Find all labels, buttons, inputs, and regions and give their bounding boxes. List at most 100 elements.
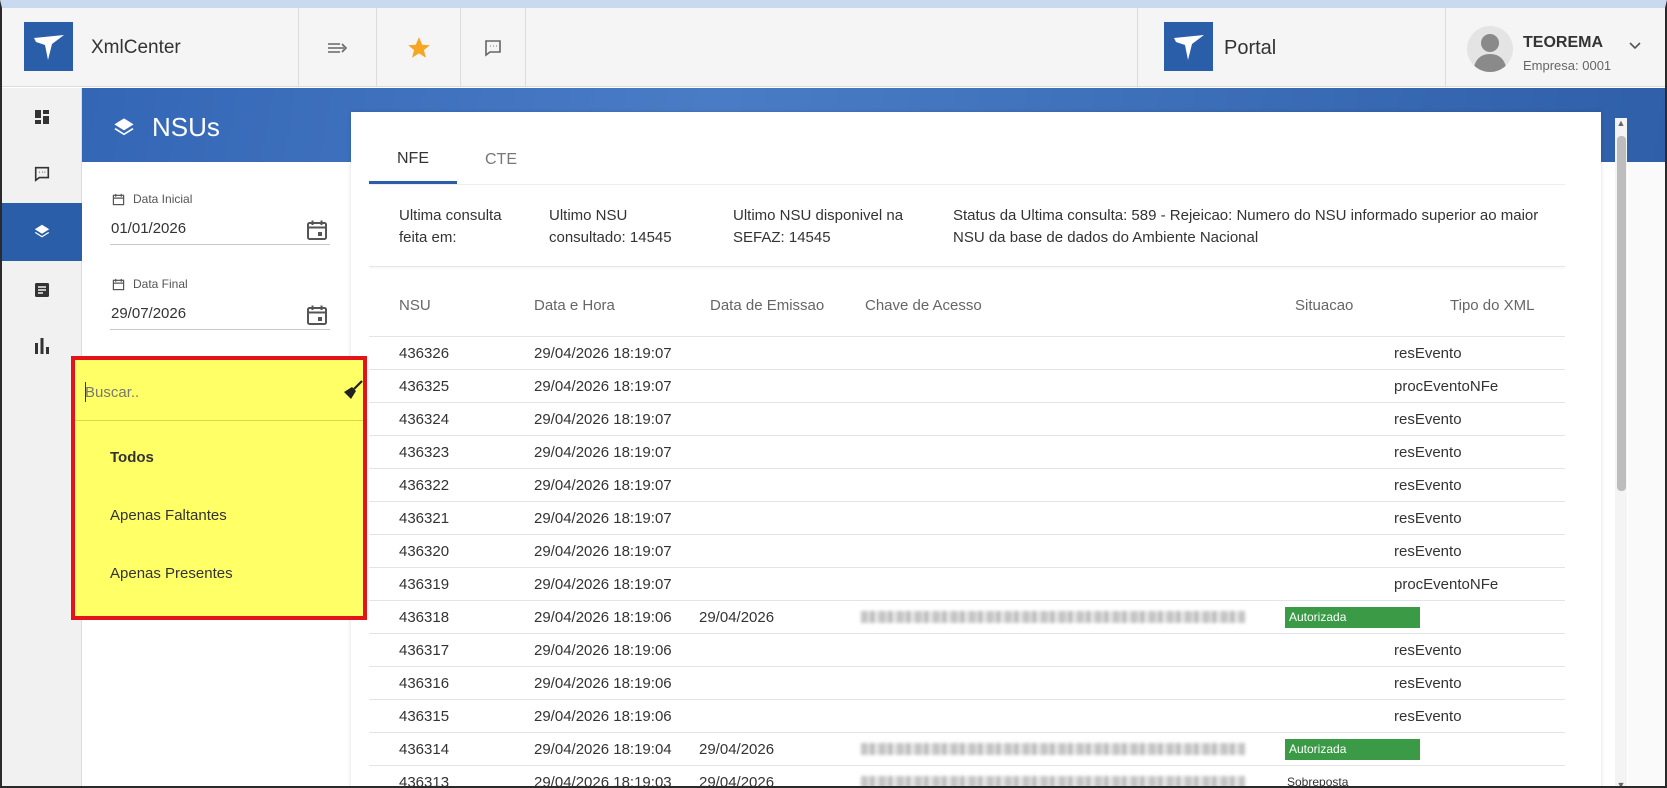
- cell-datetime: 29/04/2026 18:19:07: [534, 378, 672, 395]
- column-header-emission-date[interactable]: Data de Emissao: [710, 297, 824, 314]
- cell-nsu: 436315: [399, 708, 450, 725]
- cell-datetime: 29/04/2026 18:19:06: [534, 675, 672, 692]
- option-apenas-presentes[interactable]: Apenas Presentes: [110, 565, 233, 582]
- table-row[interactable]: 436326 29/04/2026 18:19:07 resEvento: [369, 336, 1565, 369]
- toolbar-divider: [525, 8, 526, 87]
- dropdown-search-input[interactable]: Buscar..: [85, 384, 139, 401]
- scrollbar-thumb[interactable]: [1617, 136, 1626, 491]
- cell-nsu: 436324: [399, 411, 450, 428]
- cell-emission-date: 29/04/2026: [699, 609, 775, 626]
- nsu-card: NFE CTE Ultima consulta feita em: Ultimo…: [351, 112, 1601, 788]
- toolbar-divider: [1445, 8, 1446, 87]
- cell-nsu: 436326: [399, 345, 450, 362]
- column-header-datetime[interactable]: Data e Hora: [534, 297, 615, 314]
- user-name[interactable]: TEOREMA: [1523, 34, 1603, 52]
- layers-icon: [34, 224, 50, 238]
- dashboard-icon: [35, 110, 49, 124]
- sidebar-nav: [2, 88, 82, 786]
- cell-datetime: 29/04/2026 18:19:07: [534, 411, 672, 428]
- column-header-nsu[interactable]: NSU: [399, 297, 431, 314]
- tab-cte[interactable]: CTE: [457, 136, 545, 184]
- sidebar-item-reports[interactable]: [2, 317, 82, 375]
- start-date-input[interactable]: 01/01/2026: [111, 220, 186, 237]
- sidebar-item-dashboard[interactable]: [2, 88, 82, 146]
- cell-datetime: 29/04/2026 18:19:03: [534, 774, 672, 788]
- logo-icon: [33, 34, 64, 60]
- cell-access-key-redacted: [861, 743, 1245, 755]
- user-avatar[interactable]: [1467, 26, 1513, 72]
- column-header-access-key[interactable]: Chave de Acesso: [865, 297, 982, 314]
- toolbar-divider: [1137, 8, 1138, 87]
- cell-datetime: 29/04/2026 18:19:07: [534, 444, 672, 461]
- calendar-icon: [112, 278, 125, 290]
- cell-xml-type: resEvento: [1394, 510, 1462, 527]
- table-row[interactable]: 436320 29/04/2026 18:19:07 resEvento: [369, 534, 1565, 567]
- table-row[interactable]: 436313 29/04/2026 18:19:03 29/04/2026 Sobre…: [369, 765, 1565, 788]
- cell-xml-type: resEvento: [1394, 708, 1462, 725]
- user-menu-chevron[interactable]: [1629, 38, 1641, 56]
- cell-xml-type: resEvento: [1394, 675, 1462, 692]
- column-header-xml-type[interactable]: Tipo do XML: [1450, 297, 1535, 314]
- cell-nsu: 436323: [399, 444, 450, 461]
- table-row[interactable]: 436324 29/04/2026 18:19:07 resEvento: [369, 402, 1565, 435]
- cell-nsu: 436325: [399, 378, 450, 395]
- portal-logo[interactable]: [1164, 22, 1213, 71]
- start-date-label: Data Inicial: [112, 192, 192, 206]
- dropdown-divider: [75, 420, 363, 421]
- cell-datetime: 29/04/2026 18:19:06: [534, 708, 672, 725]
- tab-nfe[interactable]: NFE: [369, 136, 457, 184]
- cell-datetime: 29/04/2026 18:19:04: [534, 741, 672, 758]
- column-header-status[interactable]: Situacao: [1295, 297, 1353, 314]
- end-date-picker-button[interactable]: [304, 302, 330, 328]
- table-body: 436326 29/04/2026 18:19:07 resEvento 436325…: [369, 336, 1565, 788]
- table-row[interactable]: 436317 29/04/2026 18:19:06 resEvento: [369, 633, 1565, 666]
- messages-button[interactable]: [461, 8, 525, 87]
- favorites-button[interactable]: [377, 8, 460, 87]
- option-todos[interactable]: Todos: [110, 449, 154, 466]
- end-date-underline: [110, 329, 330, 330]
- cell-xml-type: procEventoNFe: [1394, 378, 1499, 395]
- page-edge: [1628, 162, 1665, 786]
- xmlcenter-logo[interactable]: [24, 22, 73, 71]
- table-row[interactable]: 436319 29/04/2026 18:19:07 procEventoNFe: [369, 567, 1565, 600]
- cell-access-key-redacted: [861, 611, 1245, 623]
- logo-icon: [1173, 34, 1204, 60]
- page-header: NSUs: [112, 112, 220, 143]
- cell-nsu: 436317: [399, 642, 450, 659]
- info-divider: [369, 266, 1565, 267]
- portal-title[interactable]: Portal: [1224, 37, 1276, 60]
- scroll-down-arrow[interactable]: ▼: [1615, 780, 1627, 786]
- table-header: NSU Data e Hora Data de Emissao Chave de…: [369, 278, 1565, 336]
- start-date-underline: [110, 244, 330, 245]
- cell-datetime: 29/04/2026 18:19:07: [534, 543, 672, 560]
- sidebar-item-messages[interactable]: [2, 145, 82, 203]
- cell-datetime: 29/04/2026 18:19:07: [534, 345, 672, 362]
- end-date-input[interactable]: 29/07/2026: [111, 305, 186, 322]
- sidebar-item-nsus[interactable]: [2, 203, 82, 261]
- cell-nsu: 436318: [399, 609, 450, 626]
- table-row[interactable]: 436318 29/04/2026 18:19:06 29/04/2026 Autor…: [369, 600, 1565, 633]
- scroll-up-arrow[interactable]: ▲: [1615, 118, 1627, 128]
- option-apenas-faltantes[interactable]: Apenas Faltantes: [110, 507, 227, 524]
- status-badge: Autorizada: [1285, 607, 1420, 628]
- cell-xml-type: resEvento: [1394, 543, 1462, 560]
- user-icon: [1473, 34, 1507, 72]
- table-row[interactable]: 436323 29/04/2026 18:19:07 resEvento: [369, 435, 1565, 468]
- menu-toggle-button[interactable]: [299, 8, 376, 87]
- sidebar-item-documents[interactable]: [2, 261, 82, 319]
- table-row[interactable]: 436325 29/04/2026 18:19:07 procEventoNFe: [369, 369, 1565, 402]
- cell-datetime: 29/04/2026 18:19:06: [534, 642, 672, 659]
- cell-nsu: 436321: [399, 510, 450, 527]
- start-date-picker-button[interactable]: [304, 217, 330, 243]
- table-row[interactable]: 436322 29/04/2026 18:19:07 resEvento: [369, 468, 1565, 501]
- table-row[interactable]: 436315 29/04/2026 18:19:06 resEvento: [369, 699, 1565, 732]
- bar-chart-icon: [35, 338, 49, 354]
- table-row[interactable]: 436316 29/04/2026 18:19:06 resEvento: [369, 666, 1565, 699]
- cell-nsu: 436316: [399, 675, 450, 692]
- clear-search-button[interactable]: [343, 380, 363, 405]
- table-row[interactable]: 436321 29/04/2026 18:19:07 resEvento: [369, 501, 1565, 534]
- layers-icon: [114, 117, 134, 135]
- cell-xml-type: resEvento: [1394, 642, 1462, 659]
- calendar-icon: [307, 305, 327, 325]
- table-row[interactable]: 436314 29/04/2026 18:19:04 29/04/2026 Autor…: [369, 732, 1565, 765]
